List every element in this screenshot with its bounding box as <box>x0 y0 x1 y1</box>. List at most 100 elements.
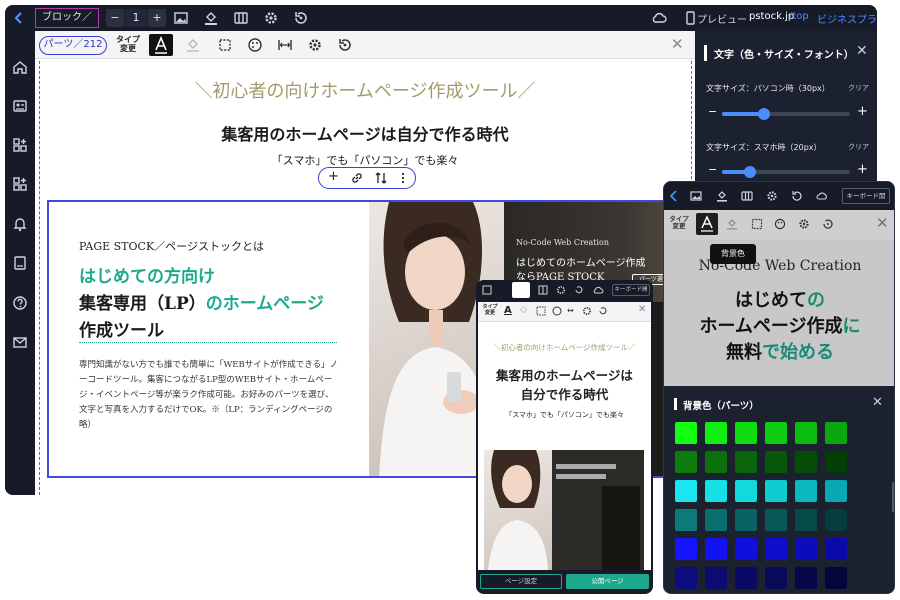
gear-icon[interactable] <box>798 218 810 230</box>
close-icon[interactable]: ✕ <box>638 304 646 315</box>
color-swatch[interactable] <box>675 451 697 473</box>
color-swatch[interactable] <box>675 480 697 502</box>
color-swatch[interactable] <box>765 567 787 589</box>
close-icon[interactable]: ✕ <box>856 43 868 59</box>
color-swatch[interactable] <box>735 451 757 473</box>
block-counter[interactable]: ブロック／96 <box>35 8 99 41</box>
image-icon[interactable] <box>690 190 702 202</box>
color-swatch[interactable] <box>825 567 847 589</box>
home-icon[interactable] <box>12 59 28 75</box>
pc-slider-knob[interactable] <box>758 108 771 120</box>
frame-icon[interactable] <box>751 218 763 230</box>
color-swatch[interactable] <box>765 422 787 444</box>
color-swatch[interactable] <box>675 509 697 531</box>
color-swatch[interactable] <box>705 509 727 531</box>
history-icon[interactable] <box>293 10 309 26</box>
help-icon[interactable] <box>12 295 28 311</box>
color-swatch[interactable] <box>705 480 727 502</box>
color-swatch[interactable] <box>795 567 817 589</box>
palette-icon[interactable] <box>247 37 263 53</box>
columns-icon[interactable] <box>233 10 249 26</box>
color-swatch[interactable] <box>705 567 727 589</box>
reorder-icon[interactable] <box>374 171 388 185</box>
text-style-button[interactable] <box>149 34 173 56</box>
close-icon[interactable]: ✕ <box>872 395 883 410</box>
stepper-plus-button[interactable]: + <box>148 9 166 27</box>
color-swatch[interactable] <box>765 509 787 531</box>
palette-icon[interactable] <box>774 218 786 230</box>
fill-bucket-icon[interactable] <box>726 218 738 230</box>
fill-bucket-icon[interactable]: ◇ <box>520 305 527 315</box>
history-icon[interactable] <box>791 190 803 202</box>
publish-page-button[interactable]: 公開ページ <box>566 574 649 589</box>
frame-icon[interactable] <box>217 37 233 53</box>
bell-icon[interactable] <box>12 216 28 232</box>
mail-icon[interactable] <box>12 334 28 350</box>
close-icon[interactable]: ✕ <box>671 35 684 53</box>
width-icon[interactable]: ↔ <box>567 306 574 315</box>
color-swatch[interactable] <box>675 422 697 444</box>
back-chevron-icon[interactable] <box>11 10 27 26</box>
history-icon[interactable] <box>574 285 584 295</box>
profile-card-icon[interactable] <box>12 98 28 114</box>
gear-icon[interactable] <box>307 37 323 53</box>
book-icon[interactable] <box>12 255 28 271</box>
plan-link[interactable]: ビジネスプラン <box>817 11 877 26</box>
palette-icon[interactable] <box>552 306 562 316</box>
sp-clear-button[interactable]: クリア <box>848 142 869 152</box>
gear-icon[interactable] <box>582 306 592 316</box>
color-swatch[interactable] <box>795 538 817 560</box>
pc-size-slider[interactable] <box>722 108 850 120</box>
preview-link[interactable]: プレビュー <box>697 11 747 26</box>
color-swatch[interactable] <box>795 480 817 502</box>
color-swatch[interactable] <box>825 451 847 473</box>
stepper-minus-button[interactable]: − <box>106 9 124 27</box>
columns-icon[interactable] <box>741 190 753 202</box>
keyboard-open-button[interactable]: キーボード開 <box>842 188 890 204</box>
back-chevron-icon[interactable] <box>669 190 679 202</box>
text-a-icon[interactable]: A <box>504 305 512 316</box>
color-swatch[interactable] <box>795 422 817 444</box>
color-swatch[interactable] <box>735 538 757 560</box>
sp-size-slider[interactable] <box>722 166 850 178</box>
type-change-button[interactable]: タイプ 変更 <box>114 35 142 53</box>
color-swatch[interactable] <box>825 509 847 531</box>
color-swatch[interactable] <box>795 451 817 473</box>
color-swatch[interactable] <box>765 451 787 473</box>
close-icon[interactable]: ✕ <box>876 214 889 232</box>
color-swatch[interactable] <box>735 567 757 589</box>
pc-increase-button[interactable]: + <box>857 104 868 119</box>
color-swatch[interactable] <box>825 538 847 560</box>
text-style-button[interactable] <box>696 213 718 235</box>
history-icon[interactable] <box>337 37 353 53</box>
add-part-icon[interactable] <box>12 176 28 192</box>
color-swatch[interactable] <box>765 480 787 502</box>
more-vertical-icon[interactable] <box>399 171 407 185</box>
color-swatch[interactable] <box>735 480 757 502</box>
history-icon[interactable] <box>822 218 834 230</box>
bg-panel-scrollbar[interactable] <box>892 482 894 512</box>
add-block-icon[interactable] <box>12 137 28 153</box>
frame-icon[interactable] <box>536 306 546 316</box>
page-settings-button[interactable]: ページ設定 <box>480 574 562 589</box>
type-change-button[interactable]: タイプ 変更 <box>481 304 499 316</box>
color-swatch[interactable] <box>705 422 727 444</box>
pc-clear-button[interactable]: クリア <box>848 83 869 93</box>
cloud-icon[interactable] <box>650 10 667 26</box>
color-swatch[interactable] <box>735 509 757 531</box>
color-swatch[interactable] <box>735 422 757 444</box>
parts-counter[interactable]: パーツ／212 <box>39 36 107 55</box>
cloud-icon[interactable] <box>592 285 604 295</box>
history-icon[interactable] <box>598 306 608 316</box>
image-icon[interactable] <box>482 285 492 295</box>
keyboard-open-button[interactable]: キーボード開 <box>612 284 650 296</box>
color-swatch[interactable] <box>705 451 727 473</box>
fill-bucket-icon[interactable] <box>512 282 530 298</box>
smartphone-icon[interactable] <box>682 10 698 26</box>
type-change-button[interactable]: タイプ 変更 <box>668 216 690 230</box>
fill-bucket-icon[interactable] <box>716 190 728 202</box>
pc-decrease-button[interactable]: − <box>708 105 717 118</box>
color-swatch[interactable] <box>705 538 727 560</box>
gear-icon[interactable] <box>556 285 566 295</box>
cloud-icon[interactable] <box>815 190 829 202</box>
